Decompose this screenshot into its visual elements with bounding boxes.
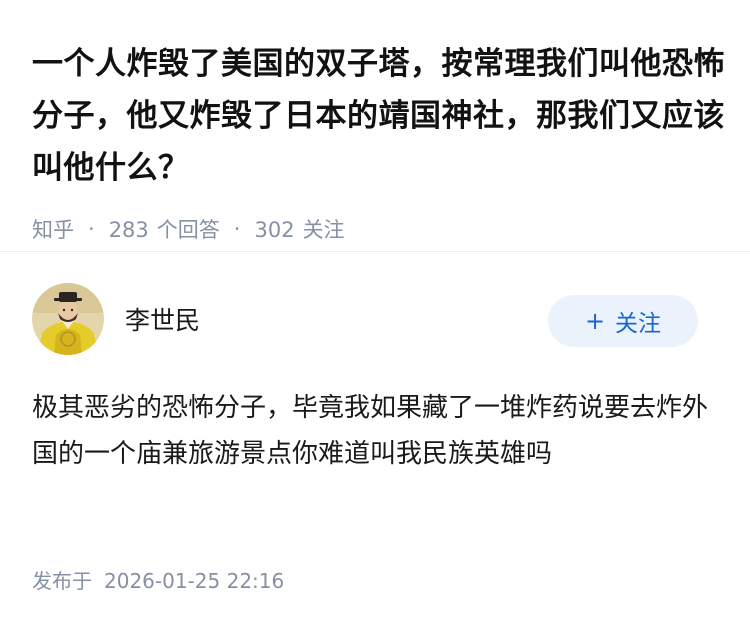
plus-icon: +: [584, 307, 606, 335]
author-row: 李世民 + 关注: [32, 283, 700, 357]
published-label: 发布于: [32, 569, 92, 593]
source-label[interactable]: 知乎: [32, 214, 74, 244]
follow-count-label: 关注: [302, 218, 345, 242]
question-header: 一个人炸毁了美国的双子塔，按常理我们叫他恐怖分子，他又炸毁了日本的靖国神社，那我…: [32, 38, 732, 244]
avatar[interactable]: [32, 283, 104, 355]
meta-separator: ·: [88, 217, 95, 241]
publish-info: 发布于 2026-01-25 22:16: [32, 565, 284, 594]
answer-count-link[interactable]: 283 个回答: [109, 214, 220, 244]
meta-separator: ·: [233, 217, 241, 241]
question-meta: 知乎 · 283 个回答 · 302 关注: [32, 214, 732, 244]
question-title[interactable]: 一个人炸毁了美国的双子塔，按常理我们叫他恐怖分子，他又炸毁了日本的靖国神社，那我…: [32, 38, 732, 194]
answer-count-label: 个回答: [156, 218, 220, 242]
follow-count-link[interactable]: 302 关注: [254, 214, 344, 244]
answer-content: 极其恶劣的恐怖分子，毕竟我如果藏了一堆炸药说要去炸外国的一个庙兼旅游景点你难道叫…: [32, 393, 709, 469]
answer-count: 283: [108, 218, 149, 242]
emperor-portrait-icon: [32, 283, 104, 355]
follow-count: 302: [254, 218, 295, 242]
published-time: 2026-01-25 22:16: [104, 569, 285, 593]
author-name[interactable]: 李世民: [125, 301, 200, 337]
follow-button-label: 关注: [615, 311, 662, 337]
section-divider: [0, 251, 750, 252]
follow-button[interactable]: + 关注: [548, 295, 698, 347]
